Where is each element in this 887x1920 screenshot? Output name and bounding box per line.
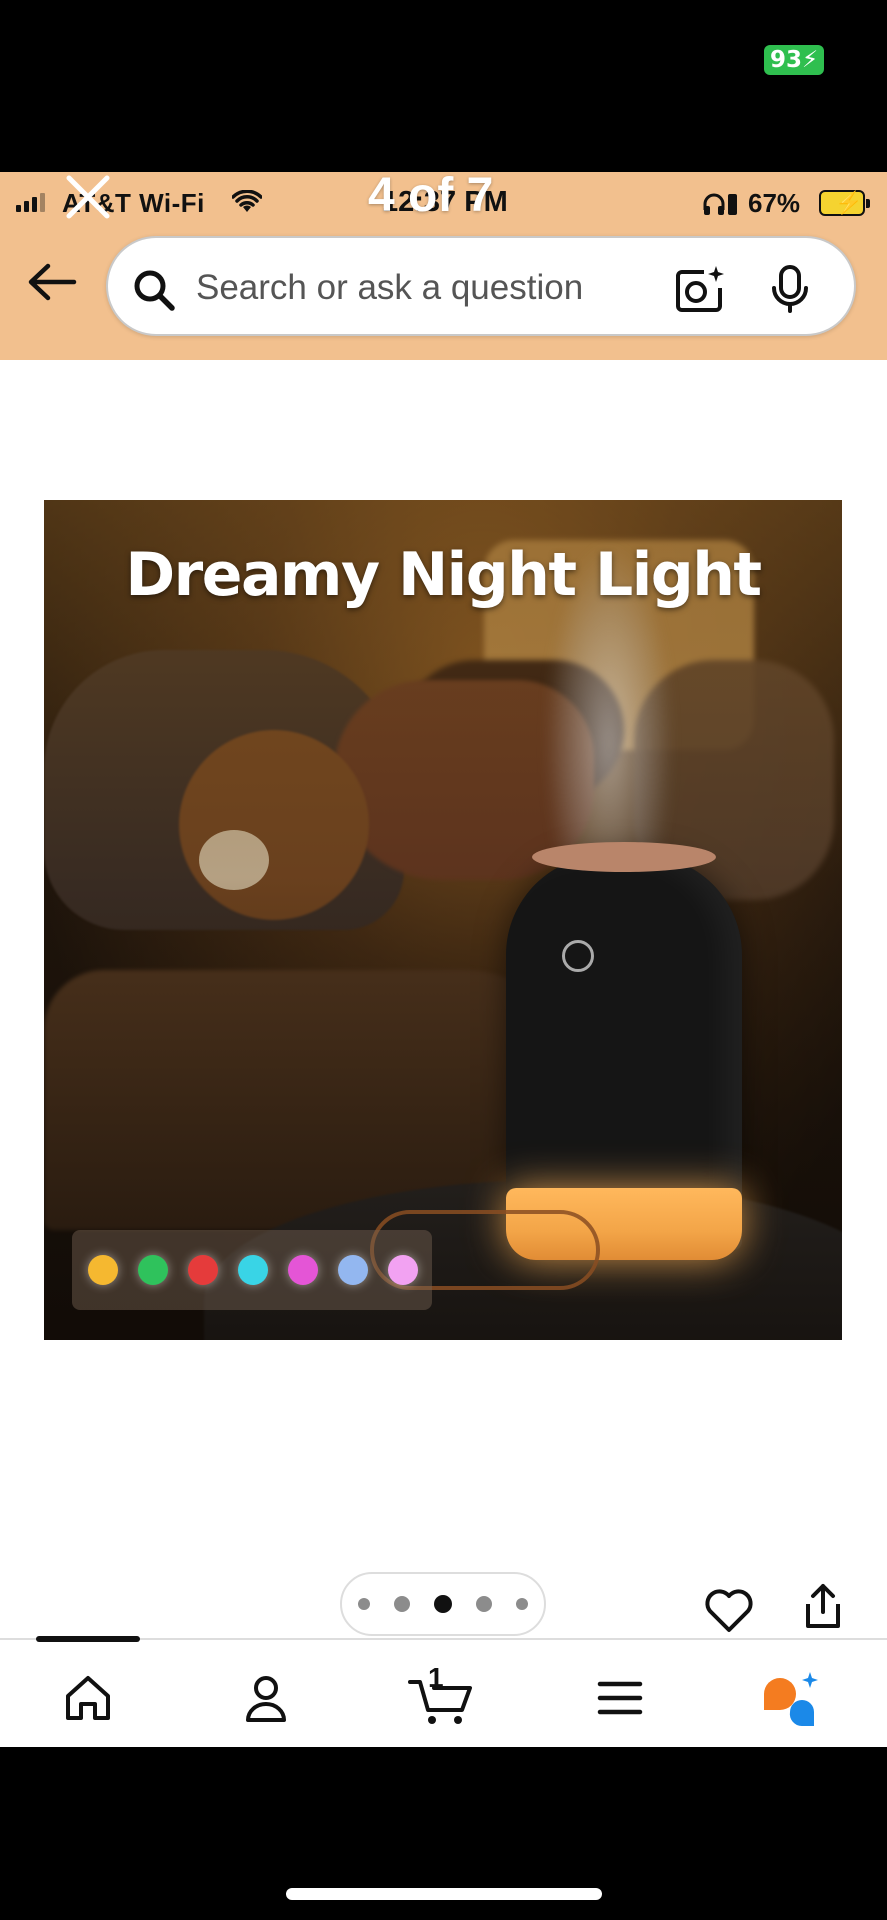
outer-status-bar: 93⚡: [0, 0, 887, 172]
image-headline: Dreamy Night Light: [125, 540, 762, 610]
pager-dot[interactable]: [394, 1596, 410, 1612]
battery-percent: 67%: [748, 188, 801, 218]
heart-icon[interactable]: [704, 1588, 754, 1634]
image-viewer-counter: 4 of 7: [368, 172, 494, 222]
light-color-dot: [88, 1255, 118, 1285]
light-color-dot: [238, 1255, 268, 1285]
back-arrow-icon[interactable]: [26, 262, 78, 302]
image-pager[interactable]: [340, 1572, 546, 1636]
search-icon: [134, 270, 175, 311]
light-color-dot: [338, 1255, 368, 1285]
pager-dot-active[interactable]: [434, 1595, 452, 1613]
bottom-tab-bar: 1: [0, 1636, 887, 1747]
battery-icon: ⚡: [819, 190, 870, 216]
pager-dot[interactable]: [516, 1598, 528, 1610]
light-color-dot: [288, 1255, 318, 1285]
close-icon[interactable]: [63, 172, 113, 222]
outer-battery-level: 93: [770, 47, 803, 73]
cart-count-badge: 1: [428, 1662, 444, 1693]
light-color-dot: [138, 1255, 168, 1285]
light-color-dot: [188, 1255, 218, 1285]
power-button-graphic: [562, 940, 594, 972]
share-icon[interactable]: [800, 1582, 846, 1632]
cellular-signal-icon: [16, 192, 45, 212]
cart-tab[interactable]: 1: [406, 1662, 480, 1728]
headphone-icon: [703, 193, 737, 215]
light-color-strip: [72, 1230, 432, 1310]
product-image[interactable]: Dreamy Night Light: [44, 500, 842, 1340]
app-header: AT&T Wi-Fi 12:37 PM 67% ⚡ 4 of 7 Search …: [0, 172, 887, 360]
active-tab-indicator: [36, 1636, 140, 1642]
camera-search-icon[interactable]: [674, 264, 726, 314]
rufus-assistant-icon[interactable]: [760, 1668, 826, 1728]
menu-icon[interactable]: [590, 1668, 650, 1728]
pager-dot[interactable]: [476, 1596, 492, 1612]
wifi-icon: [232, 190, 262, 212]
search-bar[interactable]: Search or ask a question: [106, 236, 856, 336]
microphone-icon[interactable]: [768, 264, 812, 314]
search-input[interactable]: Search or ask a question: [196, 268, 583, 308]
captured-screen: AT&T Wi-Fi 12:37 PM 67% ⚡ 4 of 7 Search …: [0, 172, 887, 1747]
light-color-dot: [388, 1255, 418, 1285]
pager-dot[interactable]: [358, 1598, 370, 1610]
outer-battery-indicator: 93⚡: [764, 45, 825, 75]
account-icon[interactable]: [236, 1668, 296, 1728]
home-indicator[interactable]: [286, 1888, 602, 1900]
home-icon[interactable]: [58, 1668, 118, 1728]
